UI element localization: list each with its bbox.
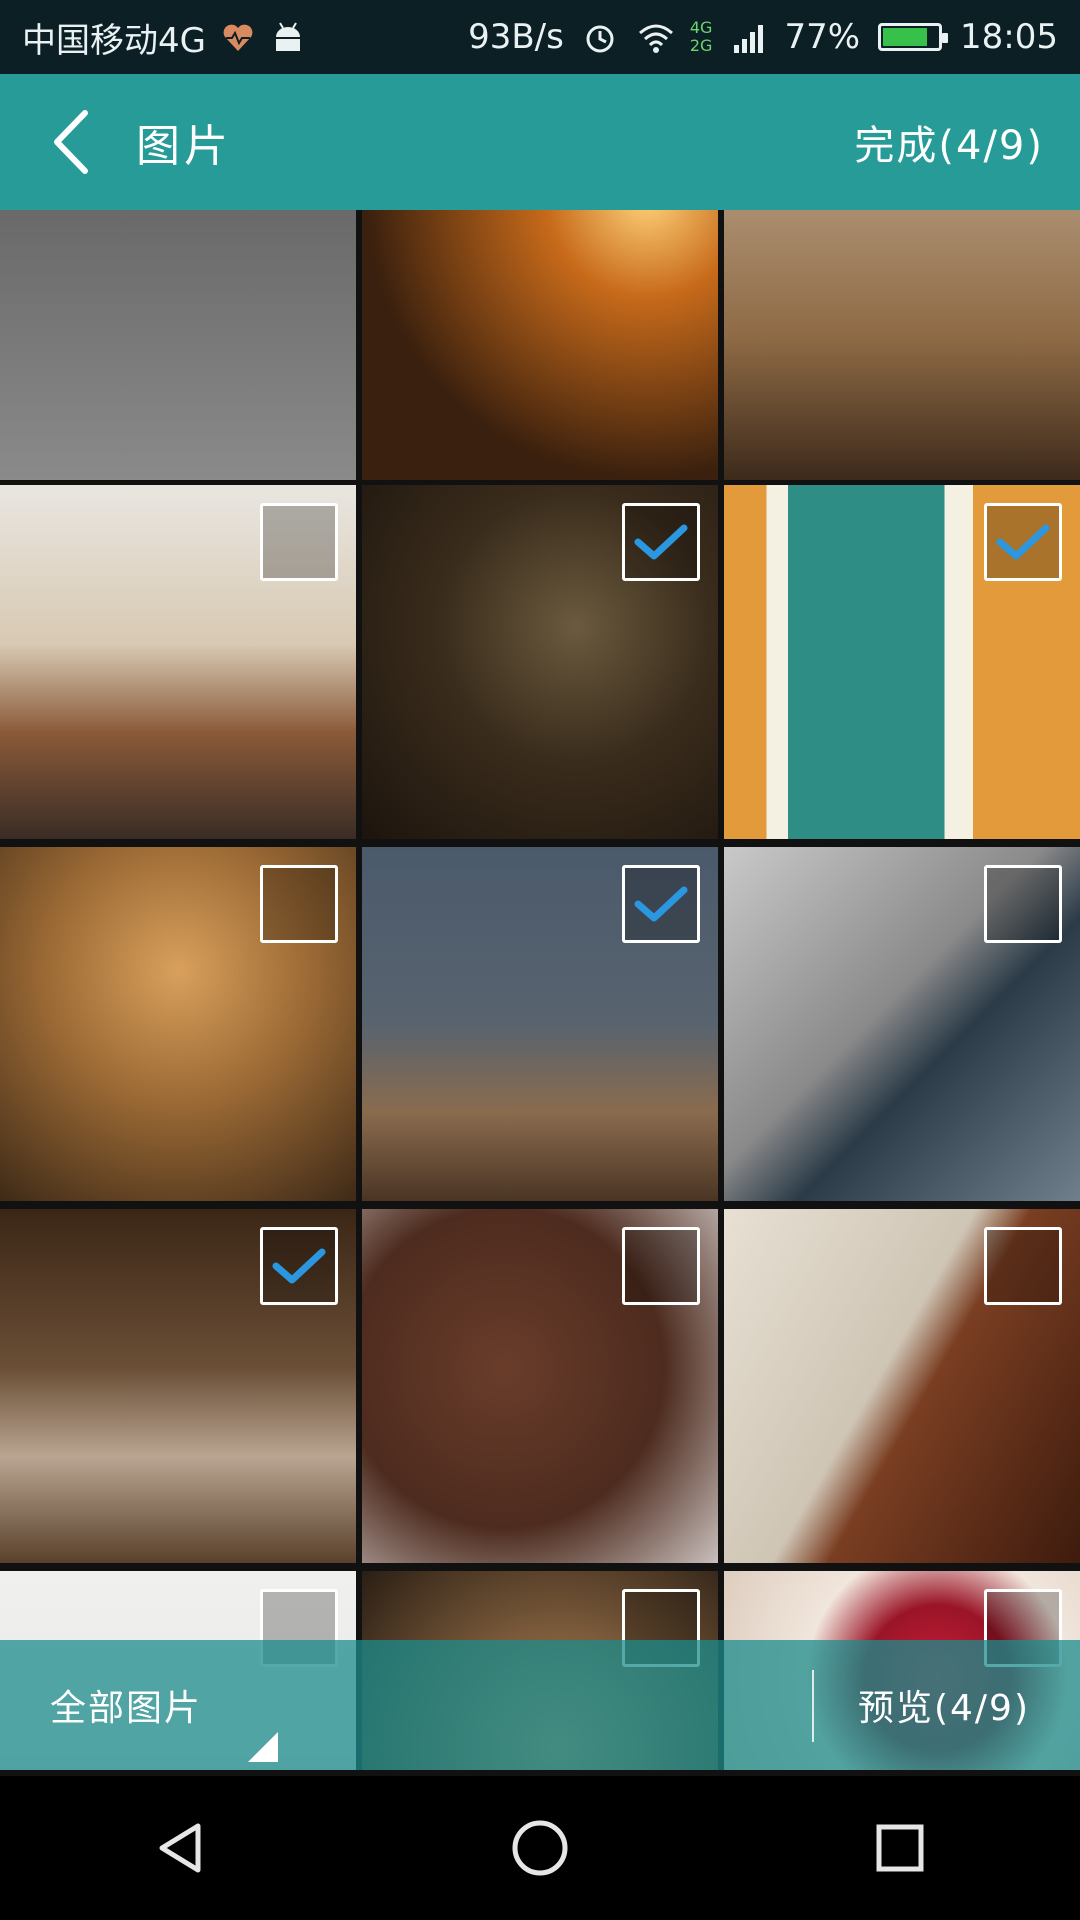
back-button[interactable] <box>36 107 106 177</box>
alarm-icon <box>582 19 618 55</box>
nav-home-button[interactable] <box>495 1803 585 1893</box>
select-checkbox[interactable] <box>984 1227 1062 1305</box>
done-button[interactable]: 完成(4/9) <box>854 113 1044 171</box>
photo-thumbnail <box>362 210 718 480</box>
clock: 18:05 <box>960 17 1058 57</box>
photo-cell[interactable] <box>0 485 356 839</box>
back-triangle-icon <box>159 1823 201 1873</box>
photo-grid <box>0 210 1080 1770</box>
bottom-action-bar: 全部图片 预览(4/9) <box>0 1640 1080 1770</box>
photo-cell[interactable] <box>724 1209 1080 1563</box>
album-selector[interactable]: 全部图片 <box>50 1679 202 1731</box>
select-checkbox[interactable] <box>260 1227 338 1305</box>
photo-cell[interactable] <box>0 847 356 1201</box>
select-checkbox[interactable] <box>260 865 338 943</box>
dropdown-corner-icon <box>248 1732 278 1762</box>
battery-icon <box>878 23 949 51</box>
page-title: 图片 <box>136 121 232 172</box>
select-checkbox[interactable] <box>260 503 338 581</box>
photo-thumbnail <box>724 210 1080 480</box>
android-icon <box>270 19 306 55</box>
photo-thumbnail <box>0 210 356 480</box>
heart-rate-icon <box>220 19 256 55</box>
signal-icon <box>730 19 766 55</box>
photo-cell[interactable] <box>724 847 1080 1201</box>
photo-cell[interactable] <box>362 847 718 1201</box>
photo-cell[interactable] <box>362 1209 718 1563</box>
photo-cell[interactable] <box>362 210 718 480</box>
nav-recents-button[interactable] <box>855 1803 945 1893</box>
nav-back-button[interactable] <box>135 1803 225 1893</box>
photo-cell[interactable] <box>724 485 1080 839</box>
network-type-2g: 2G <box>689 36 713 55</box>
system-nav-bar <box>0 1776 1080 1920</box>
status-right: 93B/s 4G 2G 77% 18:05 <box>468 17 1058 57</box>
photo-cell[interactable] <box>0 1209 356 1563</box>
battery-percent: 77% <box>784 17 861 57</box>
status-bar: 中国移动4G 93B/s 4G 2G 77% 18:05 <box>0 0 1080 74</box>
select-checkbox[interactable] <box>622 865 700 943</box>
checkmark-icon <box>634 524 688 560</box>
select-checkbox[interactable] <box>984 503 1062 581</box>
home-circle-icon <box>512 1820 568 1876</box>
photo-cell[interactable] <box>0 210 356 480</box>
carrier-label: 中国移动4G <box>22 20 206 61</box>
photo-cell[interactable] <box>362 485 718 839</box>
recents-square-icon <box>876 1824 924 1872</box>
select-checkbox[interactable] <box>984 865 1062 943</box>
wifi-icon <box>636 19 673 55</box>
network-type: 4G 2G <box>690 19 713 55</box>
chevron-left-icon <box>54 110 88 174</box>
net-speed: 93B/s <box>468 17 564 57</box>
status-left: 中国移动4G <box>22 13 306 62</box>
select-checkbox[interactable] <box>622 503 700 581</box>
checkmark-icon <box>272 1248 326 1284</box>
photo-cell[interactable] <box>724 210 1080 480</box>
checkmark-icon <box>634 886 688 922</box>
preview-button[interactable]: 预览(4/9) <box>858 1679 1030 1731</box>
network-type-4g: 4G <box>689 18 713 37</box>
top-app-bar: 图片 完成(4/9) <box>0 74 1080 210</box>
checkmark-icon <box>996 524 1050 560</box>
select-checkbox[interactable] <box>622 1227 700 1305</box>
divider <box>812 1670 814 1742</box>
